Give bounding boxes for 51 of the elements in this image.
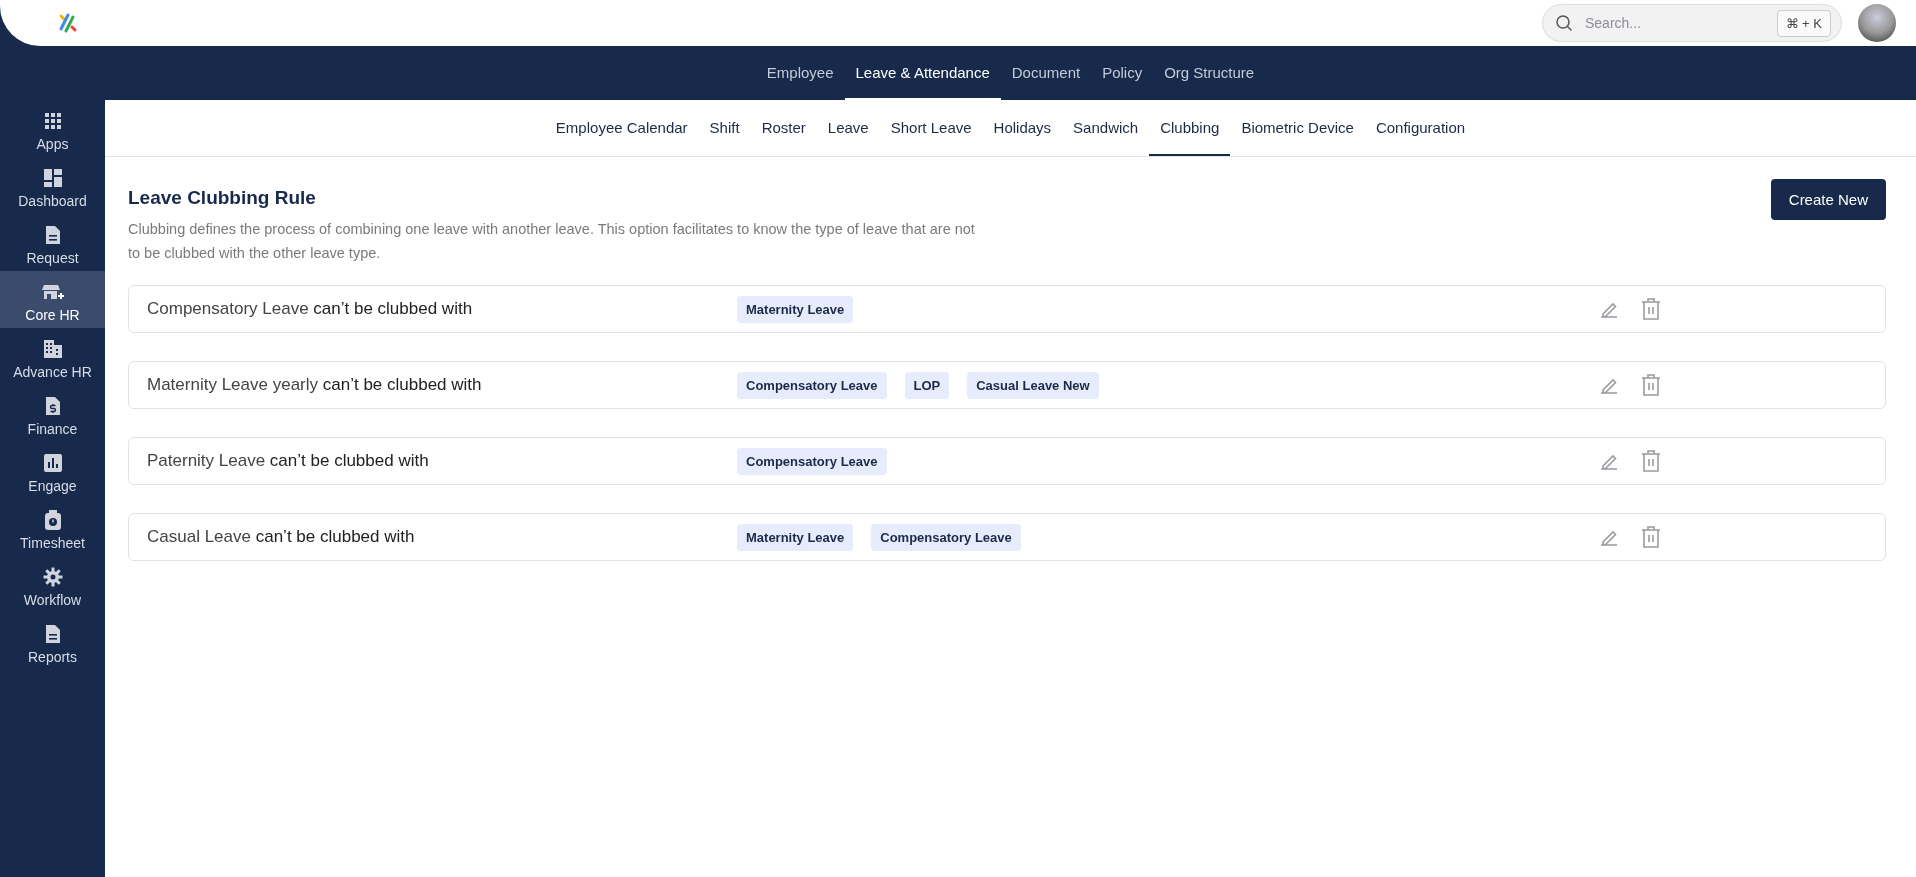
leave-tag: Compensatory Leave: [737, 447, 887, 475]
sidebar-item[interactable]: Workflow: [0, 556, 105, 613]
page-description: Clubbing defines the process of combining one leave with another leave. This option facilitates to know the type of leave that are not to be clubbed with the other leave type.: [128, 220, 976, 263]
rule-text: Casual Leave can’t be clubbed with: [147, 527, 416, 547]
building-icon: [41, 337, 64, 360]
sub-tab[interactable]: Configuration: [1364, 100, 1477, 156]
sub-tab[interactable]: Leave: [816, 100, 880, 156]
delete-icon[interactable]: [1641, 526, 1661, 548]
sidebar-item[interactable]: Reports: [0, 613, 105, 670]
create-new-button[interactable]: Create New: [1770, 179, 1886, 220]
dashboard-icon: [41, 166, 64, 189]
leave-tag: Compensatory Leave: [737, 371, 887, 399]
leave-tag: LOP: [904, 371, 950, 399]
shortcut-key: ⌘ + K: [1776, 9, 1831, 37]
nav-tab[interactable]: Document: [1000, 46, 1092, 100]
sidebar-item[interactable]: Dashboard: [0, 157, 105, 214]
sub-tab[interactable]: Roster: [750, 100, 817, 156]
gear-icon: [41, 565, 64, 588]
sidebar-item[interactable]: Timesheet: [0, 499, 105, 556]
rule-text: Paternity Leave can’t be clubbed with: [147, 451, 430, 471]
sidebar-item[interactable]: Core HR: [0, 271, 105, 328]
sidebar-item[interactable]: Advance HR: [0, 328, 105, 385]
nav-tab[interactable]: Employee: [755, 46, 845, 100]
page-title: Leave Clubbing Rule: [128, 187, 317, 209]
sub-tab[interactable]: Employee Calendar: [544, 100, 699, 156]
sub-tab[interactable]: Clubbing: [1149, 100, 1231, 156]
delete-icon[interactable]: [1641, 450, 1661, 472]
sidebar-item[interactable]: Request: [0, 214, 105, 271]
rule-text: Maternity Leave yearly can’t be clubbed with: [147, 375, 483, 395]
leave-tag: Compensatory Leave: [871, 523, 1021, 551]
avatar[interactable]: [1858, 4, 1896, 42]
leave-tag: Maternity Leave: [737, 523, 854, 551]
leave-tag: Casual Leave New: [967, 371, 1099, 399]
sub-tab[interactable]: Shift: [698, 100, 751, 156]
bar-chart-icon: [41, 451, 64, 474]
sub-tab[interactable]: Holidays: [982, 100, 1063, 156]
sidebar-item[interactable]: Apps: [0, 100, 105, 157]
sub-tab[interactable]: Sandwich: [1062, 100, 1150, 156]
search-icon: [1555, 14, 1573, 32]
sub-tab[interactable]: Biometric Device: [1230, 100, 1365, 156]
nav-tab[interactable]: Org Structure: [1153, 46, 1266, 100]
sidebar-item[interactable]: Finance: [0, 385, 105, 442]
delete-icon[interactable]: [1641, 374, 1661, 396]
leave-tag: Maternity Leave: [737, 295, 854, 323]
sidebar-item[interactable]: Engage: [0, 442, 105, 499]
sub-tab[interactable]: Short Leave: [879, 100, 983, 156]
delete-icon[interactable]: [1641, 298, 1661, 320]
search-input[interactable]: Search...: [1583, 14, 1767, 32]
nav-tab[interactable]: Policy: [1091, 46, 1154, 100]
search-field[interactable]: Search... ⌘ + K: [1542, 4, 1842, 42]
rule-text: Compensatory Leave can’t be clubbed with: [147, 299, 474, 319]
